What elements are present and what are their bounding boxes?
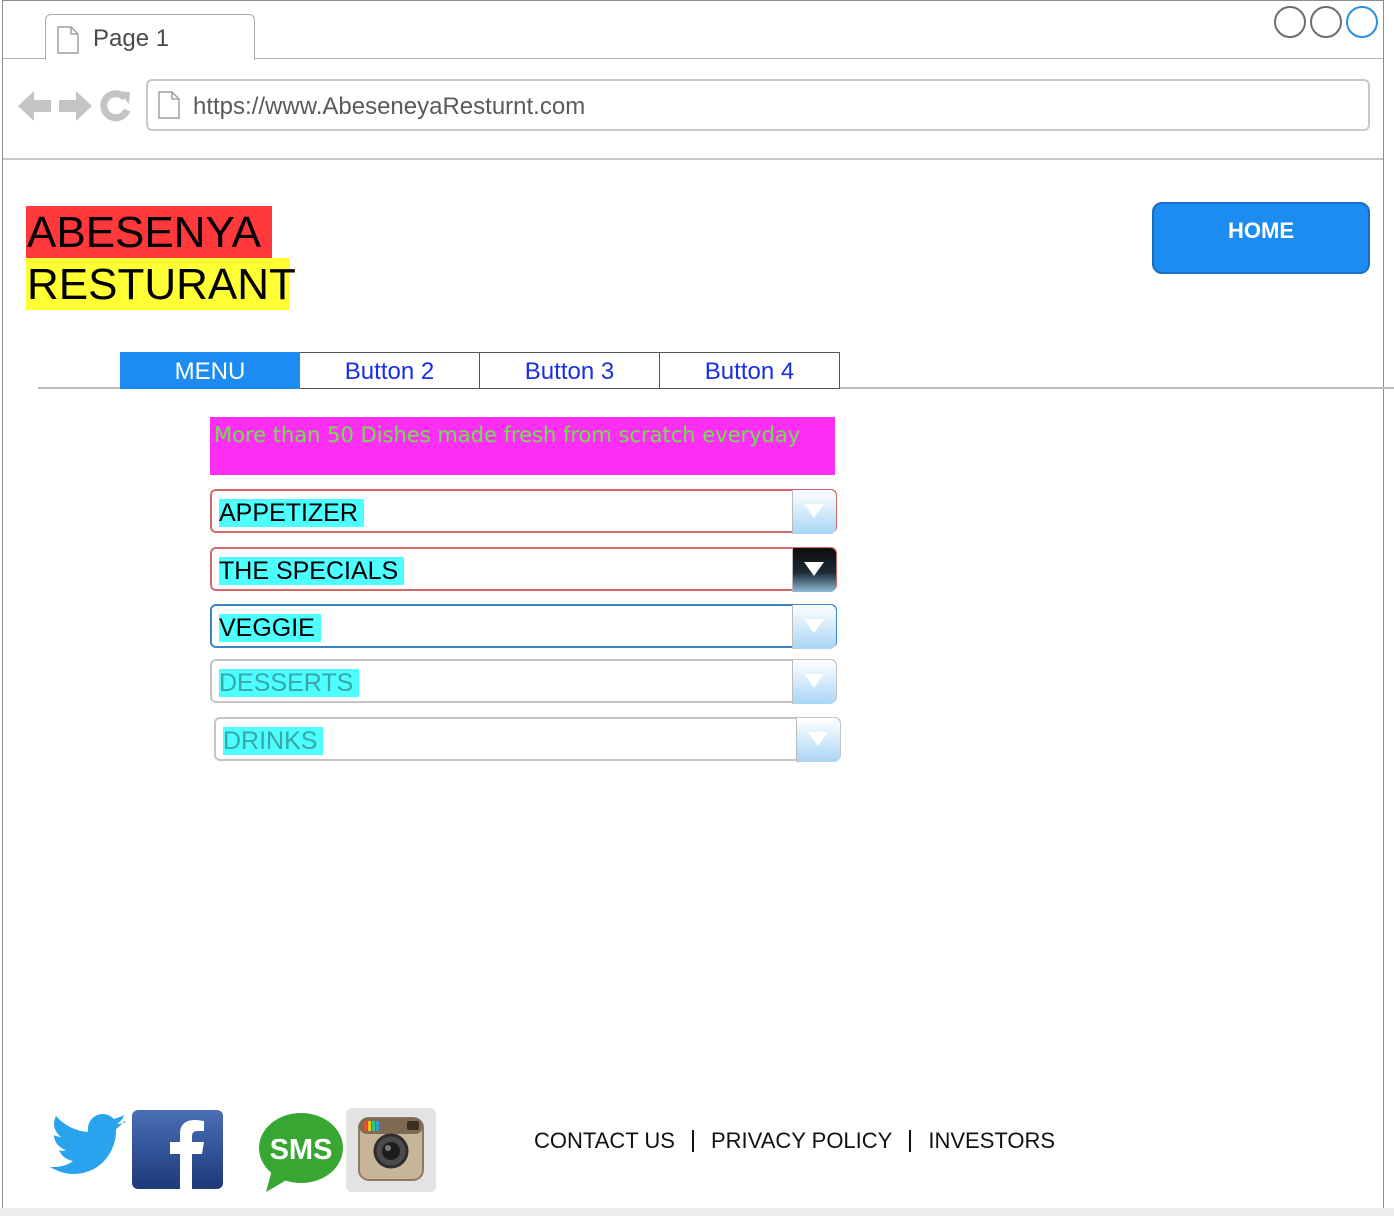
close-button[interactable]: [1346, 6, 1378, 38]
dropdown-label: DESSERTS: [219, 669, 360, 697]
forward-arrow-icon[interactable]: [58, 88, 92, 129]
tab-title: Page 1: [93, 25, 170, 52]
page-icon: [56, 26, 80, 59]
address-bar[interactable]: https://www.AbeseneyaResturnt.com: [146, 79, 1370, 131]
dropdown-label: THE SPECIALS: [219, 557, 405, 585]
tab-gap: [46, 57, 254, 60]
category-dropdown-specials[interactable]: THE SPECIALS: [210, 547, 837, 592]
reload-icon[interactable]: [98, 88, 132, 129]
promo-text: More than 50 Dishes made fresh from scra…: [214, 423, 801, 447]
page-icon: [157, 91, 181, 124]
dropdown-arrow-icon[interactable]: [792, 660, 836, 704]
dropdown-arrow-icon[interactable]: [792, 548, 836, 592]
dropdown-arrow-icon[interactable]: [796, 718, 840, 762]
logo-line-1: ABESENYA: [26, 206, 272, 258]
facebook-icon[interactable]: [132, 1110, 223, 1194]
sms-icon-label: SMS: [270, 1134, 333, 1166]
home-button[interactable]: HOME: [1152, 202, 1370, 274]
investors-link[interactable]: INVESTORS: [928, 1128, 1055, 1154]
tab-button-4[interactable]: Button 4: [660, 352, 840, 389]
maximize-button[interactable]: [1310, 6, 1342, 38]
dropdown-arrow-icon[interactable]: [792, 490, 836, 534]
tab-button-3[interactable]: Button 3: [480, 352, 660, 389]
tab-button-2[interactable]: Button 2: [300, 352, 480, 389]
promo-banner: More than 50 Dishes made fresh from scra…: [210, 417, 835, 475]
chrome-divider: [3, 158, 1383, 160]
category-dropdown-drinks[interactable]: DRINKS: [214, 717, 841, 762]
dropdown-label: VEGGIE: [219, 614, 321, 642]
dropdown-arrow-icon[interactable]: [792, 605, 836, 649]
logo-line-2: RESTURANT: [26, 258, 296, 310]
privacy-policy-link[interactable]: PRIVACY POLICY: [711, 1128, 892, 1154]
footer-separator: [909, 1130, 912, 1152]
dropdown-label: APPETIZER: [219, 499, 364, 527]
instagram-icon[interactable]: [346, 1108, 436, 1197]
browser-tab[interactable]: Page 1: [45, 14, 255, 60]
back-arrow-icon[interactable]: [18, 88, 52, 129]
tab-bar: MENU Button 2 Button 3 Button 4: [120, 352, 840, 389]
sms-icon[interactable]: SMS: [258, 1112, 344, 1199]
dropdown-label: DRINKS: [223, 727, 324, 755]
category-dropdown-veggie[interactable]: VEGGIE: [210, 604, 837, 649]
window-controls: [1274, 6, 1378, 38]
category-dropdown-appetizer[interactable]: APPETIZER: [210, 489, 837, 534]
url-text: https://www.AbeseneyaResturnt.com: [193, 93, 586, 120]
twitter-icon[interactable]: [50, 1112, 128, 1191]
footer-links: CONTACT US PRIVACY POLICY INVESTORS: [534, 1128, 1055, 1154]
minimize-button[interactable]: [1274, 6, 1306, 38]
tab-menu[interactable]: MENU: [120, 352, 300, 389]
browser-nav: [18, 88, 132, 129]
footer-separator: [691, 1130, 694, 1152]
bottom-strip: [0, 1208, 1394, 1216]
contact-us-link[interactable]: CONTACT US: [534, 1128, 675, 1154]
category-dropdown-desserts[interactable]: DESSERTS: [210, 659, 837, 704]
